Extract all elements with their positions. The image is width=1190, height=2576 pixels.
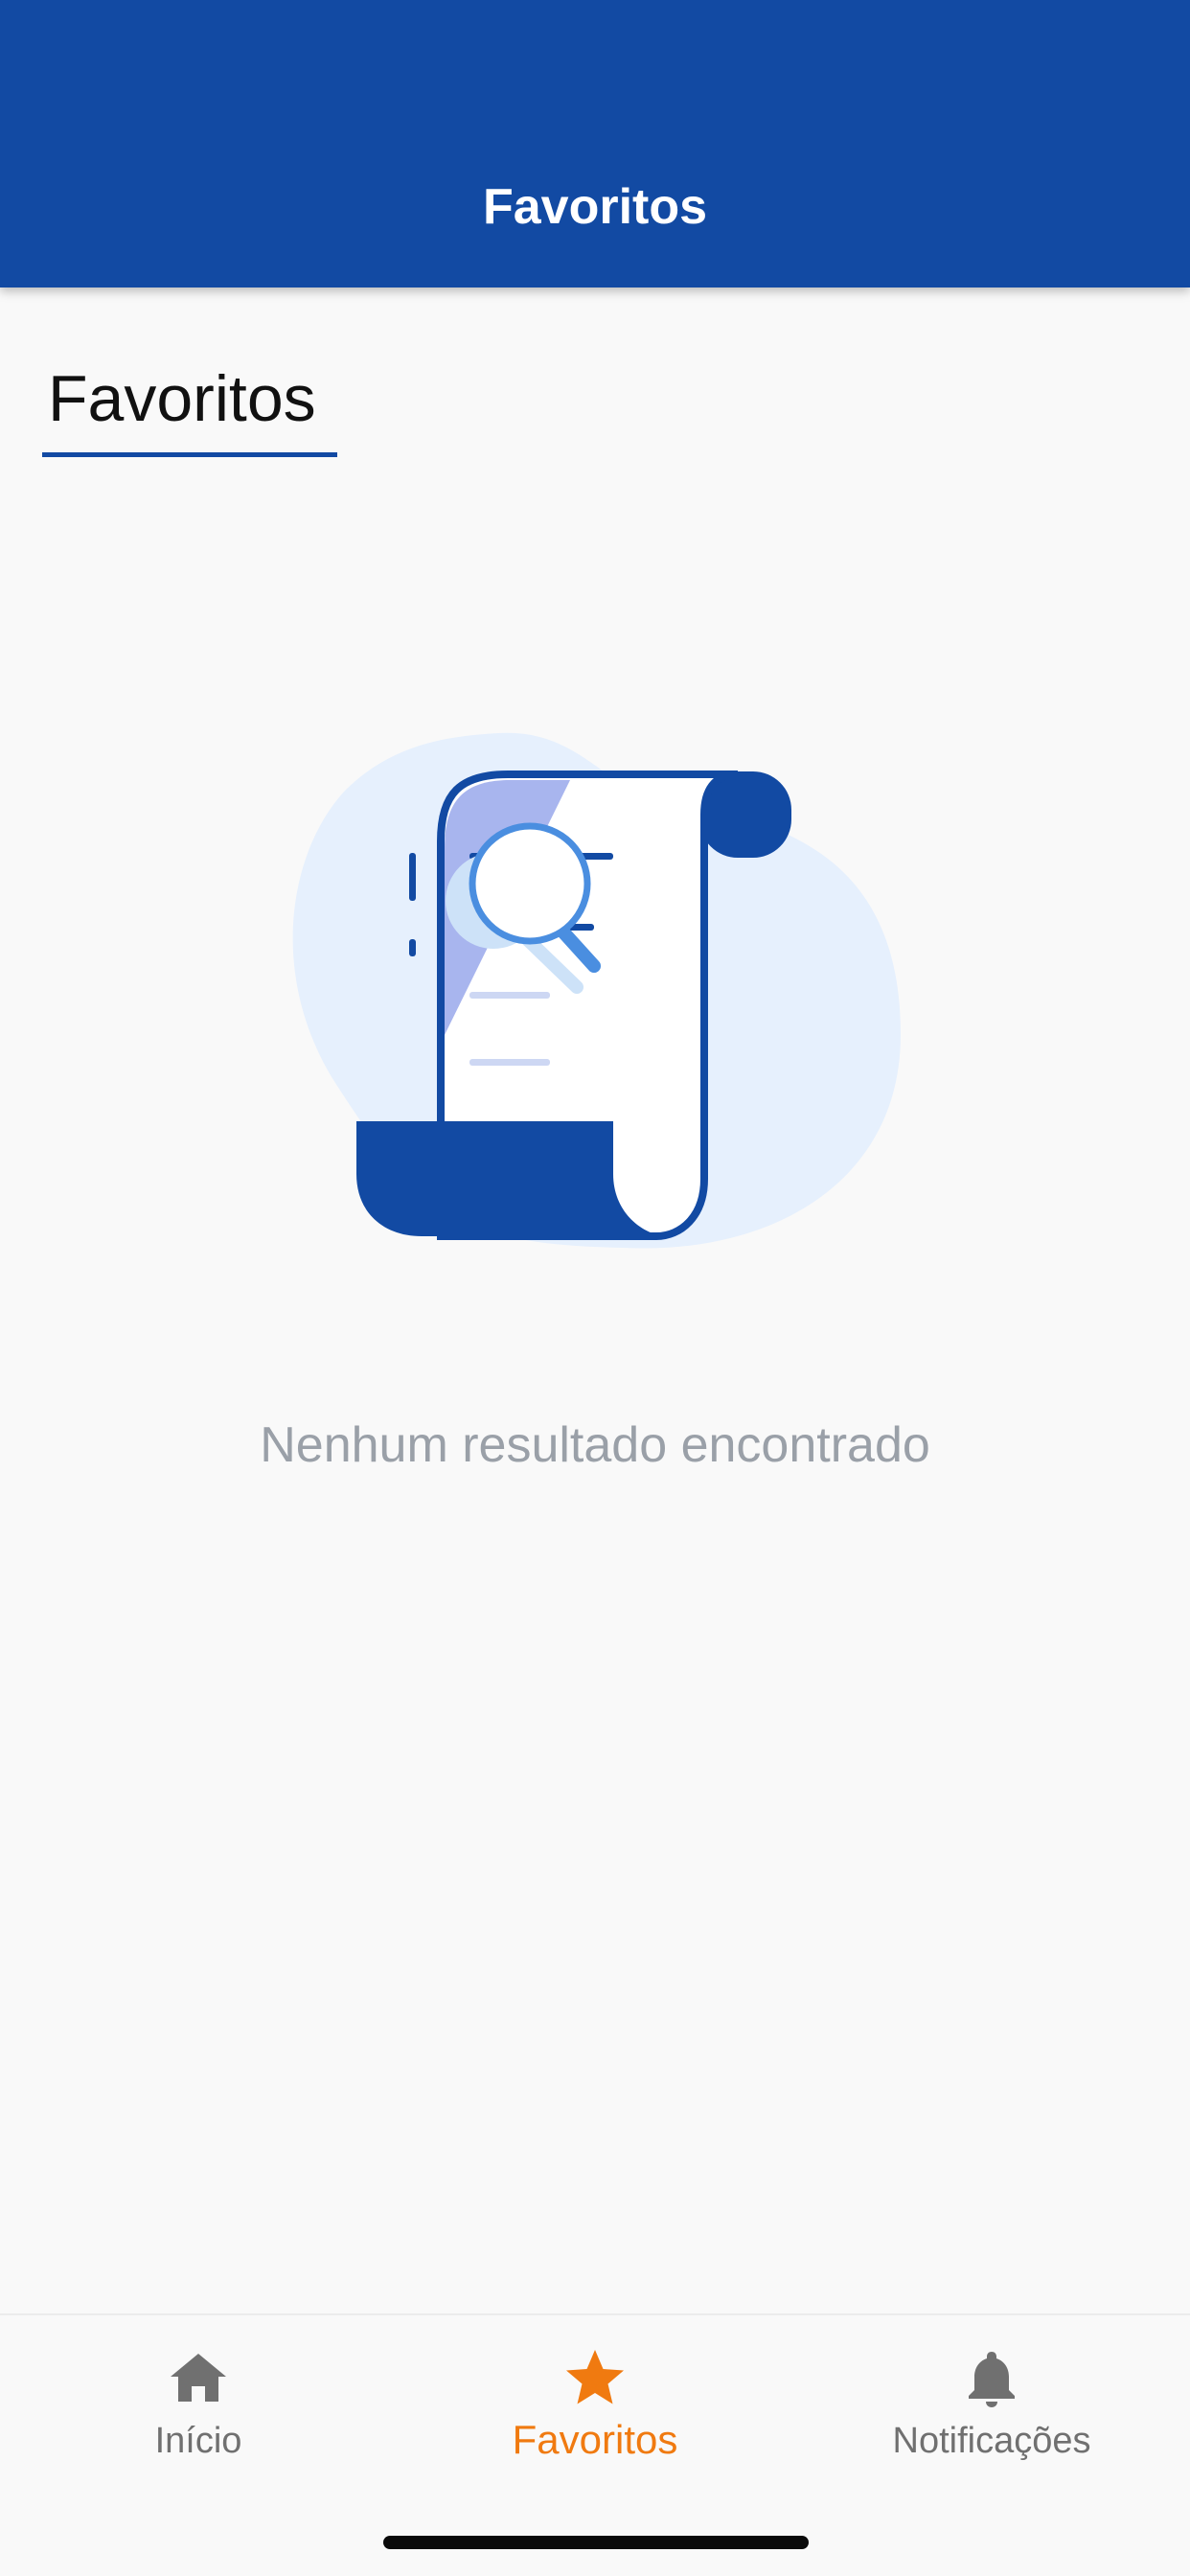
app-bar: Favoritos: [0, 0, 1190, 288]
scroll-text-line: [469, 1059, 550, 1066]
section-underline: [42, 452, 337, 457]
magnifier-lens: [469, 822, 591, 945]
nav-label-favoritos: Favoritos: [512, 2417, 678, 2462]
bell-icon: [969, 2352, 1015, 2407]
nav-item-notificacoes[interactable]: Notificações: [793, 2344, 1190, 2488]
section-tab-header: Favoritos: [42, 358, 337, 457]
app-bar-title: Favoritos: [482, 179, 708, 235]
home-icon: [171, 2354, 226, 2402]
scroll-edge-mark: [409, 853, 416, 901]
nav-item-inicio[interactable]: Início: [0, 2344, 397, 2488]
scroll-text-line: [469, 992, 550, 999]
nav-label-inicio: Início: [154, 2421, 242, 2461]
star-icon: [566, 2350, 624, 2404]
nav-label-notificacoes: Notificações: [892, 2421, 1091, 2461]
document-search-illustration: [292, 732, 902, 1249]
empty-state-message: Nenhum resultado encontrado: [260, 1417, 930, 1473]
section-title: Favoritos: [48, 362, 316, 435]
home-indicator[interactable]: [383, 2536, 809, 2549]
nav-item-favoritos[interactable]: Favoritos: [397, 2344, 793, 2488]
scroll-edge-mark: [409, 939, 416, 956]
